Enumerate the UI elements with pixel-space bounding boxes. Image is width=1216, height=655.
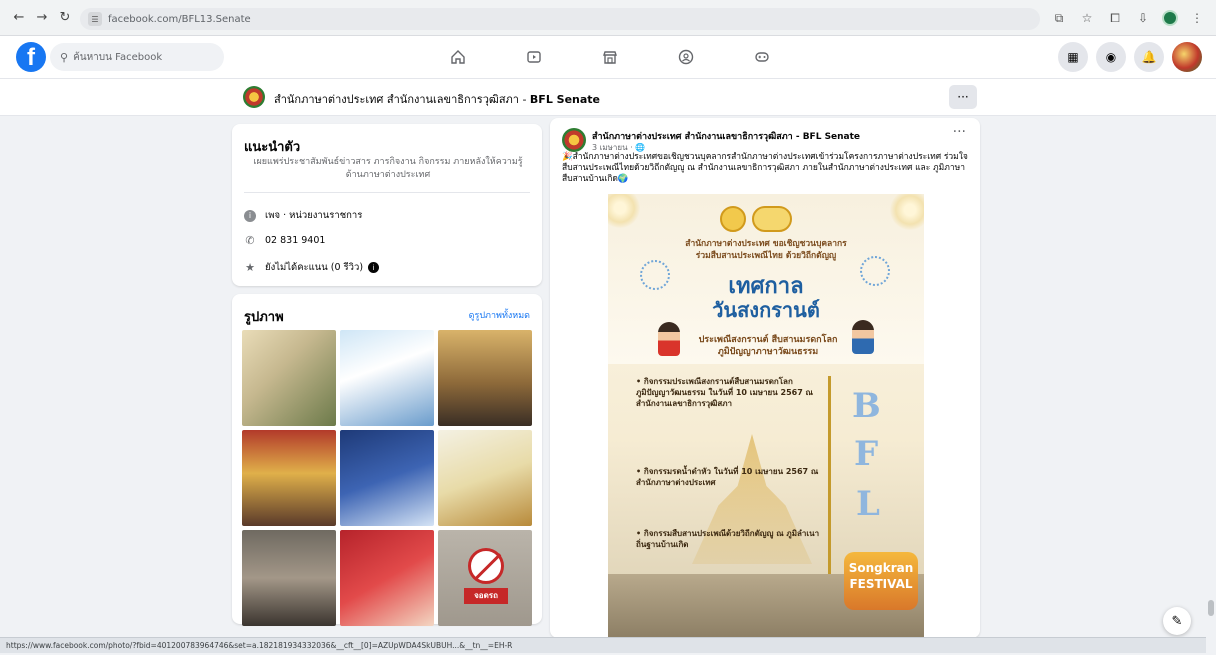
- photo-thumbnail[interactable]: [340, 430, 434, 526]
- poster-title-line2: วันสงกรานต์: [712, 298, 820, 322]
- search-icon: ⚲: [60, 50, 69, 64]
- photo-thumbnail[interactable]: [438, 430, 532, 526]
- poster-bullet-3: • กิจกรรมสืบสานประเพณีด้วยวิถีกตัญญู ณ ภ…: [636, 529, 820, 549]
- account-avatar[interactable]: [1172, 42, 1202, 72]
- poster-mid-text: ประเพณีสงกรานต์ สืบสานมรดกโลก ภูมิปัญญาภ…: [678, 334, 858, 358]
- photos-card: รูปภาพ ดูรูปภาพทั้งหมด จอดรถ: [232, 294, 542, 626]
- sru-logo: [720, 206, 746, 232]
- facebook-header: f ⚲ ค้นหาบน Facebook ▦ ◉ 🔔: [0, 36, 1216, 79]
- downloads-icon[interactable]: ⇩: [1134, 9, 1152, 27]
- photos-title: รูปภาพ: [244, 310, 284, 325]
- address-bar[interactable]: ☰ facebook.com/BFL13.Senate: [80, 8, 1040, 30]
- photo-thumbnail[interactable]: [242, 430, 336, 526]
- phone-icon: ✆: [245, 233, 255, 247]
- category-text: เพจ · หน่วยงานราชการ: [265, 210, 363, 221]
- page-name-bold: BFL Senate: [529, 93, 601, 106]
- rating-info-icon[interactable]: i: [368, 262, 380, 273]
- groups-icon[interactable]: [671, 44, 701, 70]
- intro-title: แนะนำตัว: [244, 140, 301, 155]
- menu-grid-icon[interactable]: ▦: [1058, 42, 1088, 72]
- divider: [244, 192, 530, 193]
- poster-mid-line1: ประเพณีสงกรานต์ สืบสานมรดกโลก: [698, 335, 838, 345]
- post-card: สำนักภาษาต่างประเทศ สำนักงานเลขาธิการวุฒ…: [550, 118, 980, 638]
- post-image[interactable]: สำนักภาษาต่างประเทศ ขอเชิญชวนบุคลากร ร่ว…: [608, 194, 924, 638]
- category-row: i เพจ · หน่วยงานราชการ: [244, 208, 362, 223]
- marketplace-icon[interactable]: [595, 44, 625, 70]
- facebook-logo[interactable]: f: [16, 42, 46, 72]
- poster-logos: [720, 206, 792, 232]
- poster-sub-line1: สำนักภาษาต่างประเทศ ขอเชิญชวนบุคลากร: [685, 239, 847, 249]
- poster-letter-b: B: [852, 386, 881, 426]
- browser-toolbar: ← → ↻ ☰ facebook.com/BFL13.Senate ⧉ ☆ ⧠ …: [0, 0, 1216, 36]
- star-icon: ★: [245, 261, 255, 274]
- sign-label: จอดรถ: [464, 588, 508, 604]
- notifications-bell-icon[interactable]: 🔔: [1134, 42, 1164, 72]
- senate-logo: [752, 206, 792, 232]
- post-author-avatar[interactable]: [562, 128, 586, 152]
- new-message-icon[interactable]: ✎: [1163, 607, 1191, 635]
- photo-thumbnail[interactable]: [340, 330, 434, 426]
- poster-bullet-1: • กิจกรรมประเพณีสงกรานต์สืบสานมรดกโลก ภู…: [636, 377, 813, 408]
- forward-icon[interactable]: →: [33, 9, 51, 27]
- bookmark-star-icon[interactable]: ☆: [1078, 9, 1096, 27]
- photo-grid: จอดรถ: [242, 330, 532, 626]
- extensions-icon[interactable]: ⧠: [1106, 9, 1124, 27]
- page-profile-picture[interactable]: [243, 86, 265, 108]
- video-icon[interactable]: [519, 44, 549, 70]
- facebook-search-input[interactable]: ⚲ ค้นหาบน Facebook: [50, 43, 224, 71]
- rating-text: ยังไม่ได้คะแนน (0 รีวิว): [265, 262, 364, 273]
- photo-thumbnail[interactable]: [340, 530, 434, 626]
- info-icon: i: [244, 209, 256, 222]
- post-more-button[interactable]: ···: [953, 124, 966, 140]
- status-bar-url: https://www.facebook.com/photo/?fbid=401…: [0, 637, 1206, 653]
- festival-badge: Songkran FESTIVAL: [844, 552, 918, 610]
- search-placeholder: ค้นหาบน Facebook: [73, 51, 163, 63]
- page-header: สำนักภาษาต่างประเทศ สำนักงานเลขาธิการวุฒ…: [0, 79, 1216, 116]
- poster-mid-line2: ภูมิปัญญาภาษาวัฒนธรรม: [717, 347, 819, 357]
- page-name-thai: สำนักภาษาต่างประเทศ สำนักงานเลขาธิการวุฒ…: [274, 93, 530, 106]
- photo-thumbnail[interactable]: [242, 330, 336, 426]
- photo-thumbnail[interactable]: [438, 330, 532, 426]
- messenger-icon[interactable]: ◉: [1096, 42, 1126, 72]
- profile-avatar[interactable]: [1162, 10, 1178, 26]
- no-parking-sign-icon: [468, 548, 504, 584]
- phone-row: ✆ 02 831 9401: [244, 233, 326, 247]
- post-text: 🎉สำนักภาษาต่างประเทศขอเชิญชวนบุคลากรสำนั…: [562, 152, 968, 184]
- page-title[interactable]: สำนักภาษาต่างประเทศ สำนักงานเลขาธิการวุฒ…: [274, 90, 600, 108]
- scrollbar-thumb[interactable]: [1208, 600, 1214, 616]
- phone-text: 02 831 9401: [265, 234, 326, 246]
- poster-bullet-2: • กิจกรรมรดน้ำดำหัว ในวันที่ 10 เมษายน 2…: [636, 467, 819, 487]
- poster-divider: [828, 376, 831, 606]
- photo-thumbnail[interactable]: [242, 530, 336, 626]
- site-info-icon[interactable]: ☰: [88, 12, 102, 26]
- photo-thumbnail[interactable]: จอดรถ: [438, 530, 532, 626]
- page-scrollbar[interactable]: [1206, 116, 1216, 637]
- festival-line1: Songkran: [848, 561, 914, 575]
- translate-icon[interactable]: ⧉: [1050, 9, 1068, 27]
- kid-illustration: [658, 322, 680, 356]
- intro-description: เผยแพร่ประชาสัมพันธ์ข่าวสาร ภารกิจงาน กิ…: [253, 157, 523, 180]
- page-more-button[interactable]: ···: [949, 85, 977, 109]
- poster-letter-l: L: [856, 484, 880, 524]
- see-all-photos-link[interactable]: ดูรูปภาพทั้งหมด: [469, 308, 530, 322]
- poster-letter-f: F: [854, 434, 879, 474]
- reload-icon[interactable]: ↻: [56, 9, 74, 27]
- browser-menu-icon[interactable]: ⋮: [1188, 9, 1206, 27]
- festival-line2: FESTIVAL: [849, 577, 913, 591]
- rating-row: ★ ยังไม่ได้คะแนน (0 รีวิว) i: [244, 260, 380, 275]
- url-text: facebook.com/BFL13.Senate: [108, 13, 251, 25]
- home-icon[interactable]: [443, 44, 473, 70]
- back-icon[interactable]: ←: [10, 9, 28, 27]
- gaming-icon[interactable]: [747, 44, 777, 70]
- intro-card: แนะนำตัว เผยแพร่ประชาสัมพันธ์ข่าวสาร ภาร…: [232, 124, 542, 286]
